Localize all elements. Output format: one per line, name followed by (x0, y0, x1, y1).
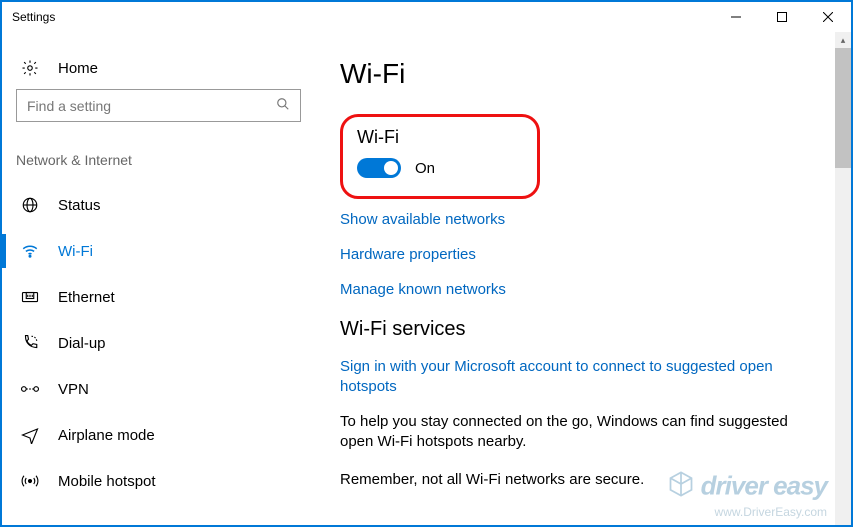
link-signin[interactable]: Sign in with your Microsoft account to c… (340, 357, 780, 398)
scroll-up-icon[interactable]: ▴ (835, 32, 851, 48)
search-input[interactable]: Find a setting (16, 89, 301, 122)
wifi-toggle-label: On (415, 160, 435, 177)
link-hardware-properties[interactable]: Hardware properties (340, 246, 823, 263)
sidebar-item-label: Ethernet (58, 289, 115, 306)
phone-icon (20, 334, 40, 352)
sidebar-item-label: Status (58, 197, 101, 214)
sidebar-item-vpn[interactable]: VPN (16, 366, 312, 412)
page-title: Wi-Fi (340, 58, 823, 90)
sidebar-item-label: Wi-Fi (58, 243, 93, 260)
search-placeholder: Find a setting (27, 98, 111, 114)
sidebar-item-status[interactable]: Status (16, 182, 312, 228)
sidebar: Home Find a setting Network & Internet S… (2, 32, 312, 525)
search-icon (276, 97, 290, 114)
sidebar-item-label: Dial-up (58, 335, 106, 352)
vpn-icon (20, 380, 40, 398)
scroll-thumb[interactable] (835, 48, 851, 168)
titlebar: Settings (2, 2, 851, 32)
wifi-services-heading: Wi-Fi services (340, 318, 823, 341)
minimize-button[interactable] (713, 2, 759, 32)
home-label: Home (58, 60, 98, 77)
sidebar-item-dialup[interactable]: Dial-up (16, 320, 312, 366)
window-controls (713, 2, 851, 32)
wifi-heading: Wi-Fi (357, 127, 521, 148)
sidebar-item-label: VPN (58, 381, 89, 398)
wifi-toggle[interactable] (357, 158, 401, 178)
link-show-networks[interactable]: Show available networks (340, 211, 823, 228)
services-body-2: Remember, not all Wi-Fi networks are sec… (340, 470, 800, 490)
home-button[interactable]: Home (16, 54, 312, 89)
link-manage-networks[interactable]: Manage known networks (340, 281, 823, 298)
sidebar-item-ethernet[interactable]: Ethernet (16, 274, 312, 320)
gear-icon (20, 59, 40, 77)
hotspot-icon (20, 472, 40, 490)
sidebar-item-airplane[interactable]: Airplane mode (16, 412, 312, 458)
globe-icon (20, 196, 40, 214)
wifi-icon (20, 242, 40, 260)
ethernet-icon (20, 288, 40, 306)
close-button[interactable] (805, 2, 851, 32)
airplane-icon (20, 426, 40, 444)
sidebar-item-label: Airplane mode (58, 427, 155, 444)
annotation-highlight: Wi-Fi On (340, 114, 540, 199)
main-content: Wi-Fi Wi-Fi On Show available networks H… (312, 32, 851, 525)
window-title: Settings (12, 10, 55, 24)
maximize-button[interactable] (759, 2, 805, 32)
sidebar-section-label: Network & Internet (16, 152, 312, 168)
scrollbar[interactable]: ▴ (835, 32, 851, 525)
sidebar-item-wifi[interactable]: Wi-Fi (16, 228, 312, 274)
sidebar-item-hotspot[interactable]: Mobile hotspot (16, 458, 312, 504)
services-body-1: To help you stay connected on the go, Wi… (340, 412, 800, 453)
sidebar-item-label: Mobile hotspot (58, 473, 156, 490)
